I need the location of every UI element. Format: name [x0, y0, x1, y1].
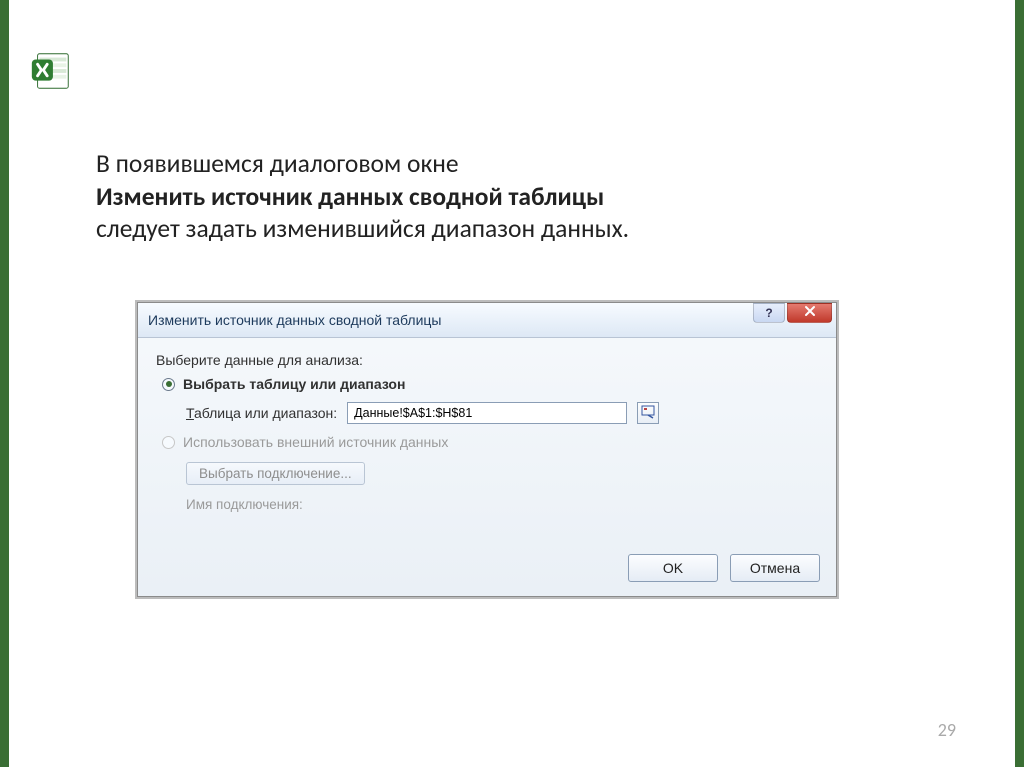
page-number: 29: [938, 719, 956, 741]
close-button[interactable]: [787, 303, 832, 323]
radio-icon: [162, 436, 175, 449]
cancel-button[interactable]: Отмена: [730, 554, 820, 582]
range-field-label: Таблица или диапазон:: [186, 405, 337, 421]
help-button[interactable]: ?: [753, 303, 785, 323]
section-label: Выберите данные для анализа:: [156, 352, 818, 376]
connection-name-label: Имя подключения:: [186, 497, 818, 512]
help-icon: ?: [765, 306, 772, 320]
text-bold: Изменить источник данных сводной таблицы: [96, 181, 604, 212]
radio-range-label: Выбрать таблицу или диапазон: [183, 376, 405, 392]
slide-body-text: В появившемся диалоговом окне Изменить и…: [96, 148, 946, 246]
text-line-1: В появившемся диалоговом окне: [96, 148, 459, 179]
range-input[interactable]: [347, 402, 627, 424]
dialog-screenshot: Изменить источник данных сводной таблицы…: [135, 300, 839, 599]
radio-icon: [162, 378, 175, 391]
radio-option-external: Использовать внешний источник данных: [156, 434, 818, 460]
radio-option-range[interactable]: Выбрать таблицу или диапазон: [156, 376, 818, 402]
excel-icon: [28, 48, 74, 94]
slide-right-accent: [1015, 0, 1024, 767]
choose-connection-button: Выбрать подключение...: [186, 462, 365, 485]
ok-button[interactable]: OK: [628, 554, 718, 582]
dialog-titlebar[interactable]: Изменить источник данных сводной таблицы…: [138, 303, 836, 338]
range-selector-button[interactable]: [637, 402, 659, 424]
close-icon: [804, 304, 816, 322]
dialog-title: Изменить источник данных сводной таблицы: [148, 312, 441, 328]
radio-external-label: Использовать внешний источник данных: [183, 434, 448, 450]
text-line-2: следует задать изменившийся диапазон дан…: [96, 213, 629, 244]
change-data-source-dialog: Изменить источник данных сводной таблицы…: [137, 302, 837, 597]
range-selector-icon: [641, 405, 655, 422]
slide-left-accent: [0, 0, 9, 767]
